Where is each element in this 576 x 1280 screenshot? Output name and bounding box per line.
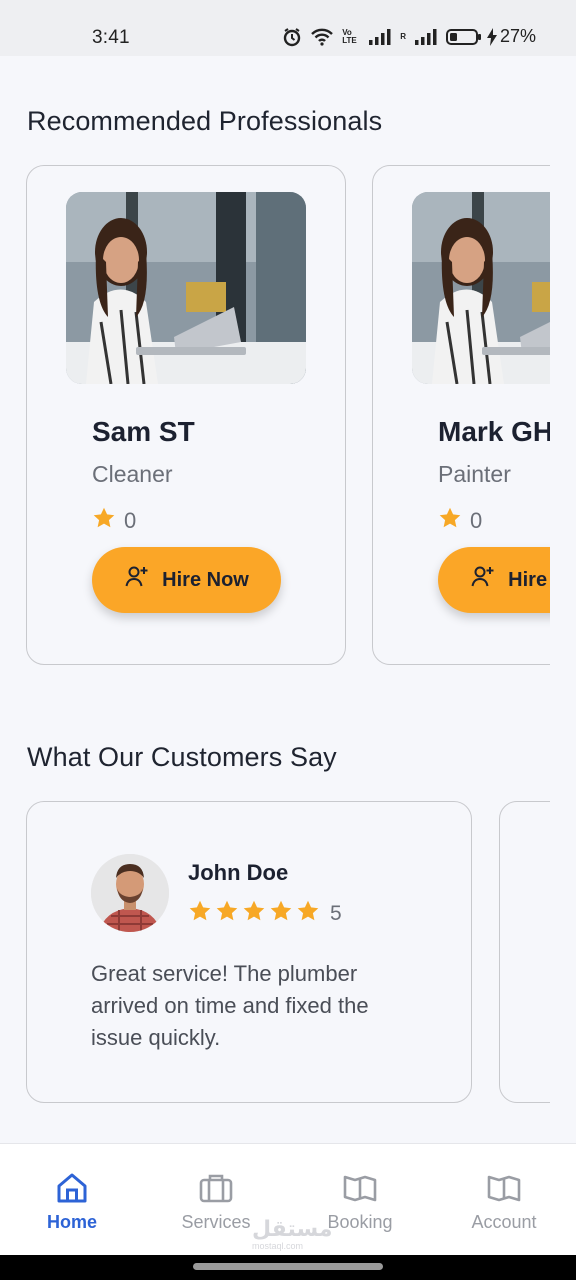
nav-label-booking: Booking	[327, 1212, 393, 1232]
volte-label: Vo LTE	[342, 27, 357, 45]
battery-percent: 27%	[499, 26, 536, 46]
nav-item-home[interactable]: Home	[2, 1144, 142, 1256]
book-icon	[486, 1170, 522, 1206]
star-icon	[296, 899, 320, 928]
testimonials-title: What Our Customers Say	[27, 742, 337, 772]
nav-label-account: Account	[471, 1212, 537, 1232]
watermark-url: mostaql.com	[252, 1241, 304, 1251]
star-icon	[215, 899, 239, 928]
professional-role: Cleaner	[92, 461, 173, 487]
signal-icon	[368, 28, 392, 46]
star-icon	[188, 899, 212, 928]
avatar	[91, 854, 169, 932]
professional-name: Mark GH	[438, 416, 550, 447]
hire-now-button[interactable]: Hire Now	[438, 547, 550, 613]
nav-label-home: Home	[46, 1212, 97, 1232]
roaming-label: R	[400, 31, 406, 41]
professional-card[interactable]: Mark GH Painter 0 Hire Now	[372, 165, 550, 665]
alarm-icon	[282, 27, 302, 47]
professional-role: Painter	[438, 461, 511, 487]
home-indicator[interactable]	[193, 1263, 383, 1270]
star-icon	[242, 899, 266, 928]
professionals-carousel[interactable]: Sam ST Cleaner 0 Hire Now Mark GH Painte…	[0, 165, 550, 667]
professional-card[interactable]: Sam ST Cleaner 0 Hire Now	[26, 165, 346, 665]
testimonial-card-next	[499, 801, 550, 1103]
hire-now-button[interactable]: Hire Now	[92, 547, 281, 613]
review-score: 5	[330, 901, 342, 925]
testimonials-carousel[interactable]: John Doe 5 Great service! The plumber ar…	[0, 801, 550, 1105]
nav-label-services: Services	[181, 1212, 251, 1232]
rating-value: 0	[124, 508, 137, 533]
review-text: Great service! The plumber arrived on ti…	[91, 961, 369, 1050]
star-icon	[438, 506, 462, 536]
hire-now-label: Hire Now	[508, 568, 550, 591]
system-nav-bar	[0, 1255, 576, 1280]
star-icon	[92, 506, 116, 536]
book-icon	[342, 1170, 378, 1206]
briefcase-icon	[198, 1170, 234, 1206]
home-icon	[55, 1170, 89, 1206]
star-icon	[269, 899, 293, 928]
add-user-icon	[470, 564, 496, 596]
add-user-icon	[124, 564, 150, 596]
nav-item-account[interactable]: Account	[434, 1144, 574, 1256]
signal-icon-2	[414, 28, 438, 46]
charging-icon	[486, 27, 498, 47]
rating-value: 0	[470, 508, 483, 533]
professionals-title: Recommended Professionals	[27, 106, 383, 136]
testimonial-card: John Doe 5 Great service! The plumber ar…	[26, 801, 472, 1103]
battery-icon	[445, 28, 482, 46]
professional-rating: 0	[92, 506, 136, 536]
professional-name: Sam ST	[92, 416, 195, 447]
professional-photo	[412, 192, 550, 384]
wifi-icon	[310, 27, 334, 47]
reviewer-name: John Doe	[188, 860, 289, 885]
status-bar: 3:41 Vo LTE R 27%	[0, 0, 576, 56]
professional-rating: 0	[438, 506, 482, 536]
watermark-logo: مستقل	[252, 1216, 333, 1241]
professional-photo	[66, 192, 306, 384]
status-icons: Vo LTE R 27%	[282, 26, 536, 47]
hire-now-label: Hire Now	[162, 568, 249, 591]
review-stars: 5	[188, 899, 342, 928]
status-time: 3:41	[92, 27, 130, 48]
